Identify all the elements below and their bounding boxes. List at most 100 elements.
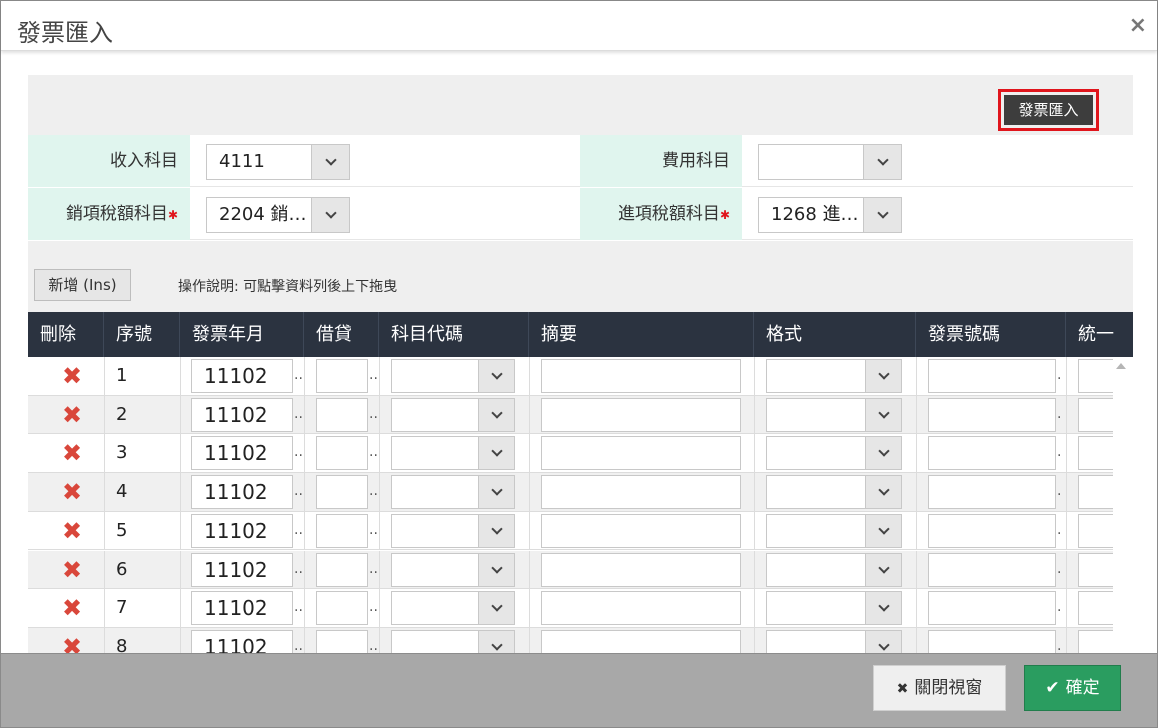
invoice-number-input[interactable] — [928, 397, 1056, 432]
tax-id-input[interactable] — [1078, 629, 1113, 653]
summary-input[interactable] — [541, 359, 741, 393]
format-select[interactable] — [766, 629, 902, 653]
tax-id-input[interactable] — [1078, 397, 1113, 432]
format-select[interactable] — [766, 436, 902, 471]
col-format: 格式 — [754, 312, 916, 357]
delete-row-icon[interactable]: ✖ — [62, 635, 82, 653]
account-code-select[interactable] — [391, 629, 515, 653]
table-row[interactable]: ✖ 1 11102 .. .. . — [28, 357, 1113, 396]
invoice-ym-input[interactable]: 11102 — [191, 475, 293, 510]
summary-input[interactable] — [541, 513, 741, 548]
summary-input[interactable] — [541, 436, 741, 471]
close-window-button[interactable]: ✖ 關閉視窗 — [873, 665, 1006, 711]
invoice-ym-input[interactable]: 11102 — [191, 359, 293, 393]
tax-id-input[interactable] — [1078, 552, 1113, 587]
table-row[interactable]: ✖ 8 11102 .. .. . — [28, 627, 1113, 653]
confirm-button[interactable]: ✔ 確定 — [1024, 665, 1121, 711]
format-select[interactable] — [766, 513, 902, 548]
debit-credit-input[interactable] — [316, 513, 368, 548]
delete-row-icon[interactable]: ✖ — [62, 364, 82, 388]
table-row[interactable]: ✖ 7 11102 .. .. . — [28, 589, 1113, 628]
debit-credit-input[interactable] — [316, 359, 368, 393]
ellipsis: .. — [369, 405, 378, 422]
debit-credit-input[interactable] — [316, 591, 368, 626]
invoice-number-input[interactable] — [928, 436, 1056, 471]
ellipsis: . — [1057, 599, 1062, 616]
invoice-number-input[interactable] — [928, 475, 1056, 510]
format-select[interactable] — [766, 552, 902, 587]
delete-row-icon[interactable]: ✖ — [62, 558, 82, 582]
account-form: 收入科目 4111 費用科目 銷項稅額科目✱ 2204 銷… 進項稅額科目✱ 1… — [28, 135, 1133, 241]
scroll-up-arrow[interactable] — [1116, 363, 1126, 369]
debit-credit-input[interactable] — [316, 436, 368, 471]
account-code-select[interactable] — [391, 475, 515, 510]
tax-id-input[interactable] — [1078, 591, 1113, 626]
invoice-ym-input[interactable]: 11102 — [191, 629, 293, 653]
add-row-button[interactable]: 新增 (Ins) — [34, 269, 131, 301]
delete-row-icon[interactable]: ✖ — [62, 596, 82, 620]
invoice-ym-input[interactable]: 11102 — [191, 513, 293, 548]
invoice-ym-input[interactable]: 11102 — [191, 397, 293, 432]
format-select[interactable] — [766, 397, 902, 432]
format-select[interactable] — [766, 591, 902, 626]
input-tax-label: 進項稅額科目✱ — [580, 188, 742, 240]
tax-id-input[interactable] — [1078, 513, 1113, 548]
summary-input[interactable] — [541, 629, 741, 653]
account-code-select[interactable] — [391, 359, 515, 393]
table-row[interactable]: ✖ 2 11102 .. .. . — [28, 395, 1113, 435]
chevron-down-icon — [865, 398, 901, 431]
close-icon[interactable]: × — [1129, 13, 1147, 38]
table-row[interactable]: ✖ 5 11102 .. .. . — [28, 511, 1113, 551]
debit-credit-input[interactable] — [316, 475, 368, 510]
col-invoice-number: 發票號碼 — [916, 312, 1066, 357]
tax-id-input[interactable] — [1078, 436, 1113, 471]
ellipsis: . — [1057, 405, 1062, 422]
account-code-select[interactable] — [391, 397, 515, 432]
tax-id-input[interactable] — [1078, 475, 1113, 510]
summary-input[interactable] — [541, 591, 741, 626]
invoice-number-input[interactable] — [928, 552, 1056, 587]
invoice-number-input[interactable] — [928, 591, 1056, 626]
summary-input[interactable] — [541, 552, 741, 587]
ellipsis: .. — [369, 560, 378, 577]
account-code-select[interactable] — [391, 513, 515, 548]
tax-id-input[interactable] — [1078, 359, 1113, 393]
invoice-ym-input[interactable]: 11102 — [191, 552, 293, 587]
check-icon: ✔ — [1045, 678, 1060, 698]
chevron-down-icon — [478, 476, 514, 509]
required-icon: ✱ — [167, 208, 178, 222]
ellipsis: .. — [369, 637, 378, 653]
ellipsis: . — [1057, 367, 1062, 383]
debit-credit-input[interactable] — [316, 397, 368, 432]
account-code-select[interactable] — [391, 436, 515, 471]
chevron-down-icon — [311, 145, 349, 179]
account-code-select[interactable] — [391, 591, 515, 626]
debit-credit-input[interactable] — [316, 629, 368, 653]
format-select[interactable] — [766, 359, 902, 393]
delete-row-icon[interactable]: ✖ — [62, 480, 82, 504]
account-code-select[interactable] — [391, 552, 515, 587]
form-row-tax: 銷項稅額科目✱ 2204 銷… 進項稅額科目✱ 1268 進… — [28, 188, 1133, 240]
output-tax-account-select[interactable]: 2204 銷… — [206, 197, 350, 233]
summary-input[interactable] — [541, 475, 741, 510]
format-select[interactable] — [766, 475, 902, 510]
invoice-ym-input[interactable]: 11102 — [191, 436, 293, 471]
table-row[interactable]: ✖ 4 11102 .. .. . — [28, 473, 1113, 512]
table-row[interactable]: ✖ 6 11102 .. .. . — [28, 550, 1113, 590]
input-tax-account-select[interactable]: 1268 進… — [758, 197, 902, 233]
chevron-down-icon — [478, 437, 514, 470]
invoice-number-input[interactable] — [928, 629, 1056, 653]
invoice-ym-input[interactable]: 11102 — [191, 591, 293, 626]
expense-account-select[interactable] — [758, 144, 902, 180]
income-account-select[interactable]: 4111 — [206, 144, 350, 180]
invoice-number-input[interactable] — [928, 359, 1056, 393]
debit-credit-input[interactable] — [316, 552, 368, 587]
ellipsis: .. — [294, 637, 303, 653]
delete-row-icon[interactable]: ✖ — [62, 519, 82, 543]
summary-input[interactable] — [541, 397, 741, 432]
import-invoice-button[interactable]: 發票匯入 — [1004, 95, 1093, 125]
invoice-number-input[interactable] — [928, 513, 1056, 548]
table-row[interactable]: ✖ 3 11102 .. .. . — [28, 434, 1113, 474]
delete-row-icon[interactable]: ✖ — [62, 441, 82, 465]
delete-row-icon[interactable]: ✖ — [62, 403, 82, 427]
